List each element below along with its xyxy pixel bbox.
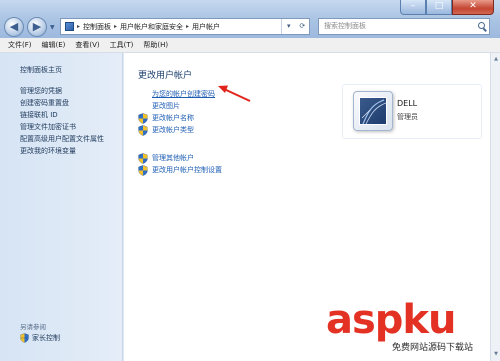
sidebar-item-environment-variables[interactable]: 更改我的环境变量 (20, 145, 104, 157)
breadcrumb-separator: ▸ (114, 23, 118, 30)
menu-view[interactable]: 查看(V) (75, 40, 99, 50)
shield-icon (20, 333, 29, 343)
sidebar-item-link-online-id[interactable]: 链接联机 ID (20, 109, 104, 121)
forward-button[interactable]: ▶ (27, 17, 47, 37)
manage-other-accounts-link[interactable]: 管理其他帐户 (138, 152, 222, 164)
sidebar-item-manage-credentials[interactable]: 管理您的凭据 (20, 85, 104, 97)
sidebar-home-link[interactable]: 控制面板主页 (20, 65, 62, 75)
search-input[interactable]: 搜索控制面板 (318, 18, 490, 35)
annotation-arrow-icon (218, 85, 251, 102)
user-name: DELL (397, 99, 418, 108)
change-account-type-link[interactable]: 更改帐户类型 (138, 124, 222, 136)
uac-settings-label: 更改用户帐户控制设置 (152, 166, 222, 174)
sidebar-item-advanced-profile[interactable]: 配置高级用户配置文件属性 (20, 133, 104, 145)
breadcrumb-control-panel[interactable]: 控制面板 (83, 22, 111, 32)
change-picture-label: 更改图片 (152, 102, 180, 110)
menu-bar: 文件(F) 编辑(E) 查看(V) 工具(T) 帮助(H) (0, 38, 500, 53)
watermark-caption: 免费网站源码下载站 (390, 340, 476, 353)
menu-file[interactable]: 文件(F) (8, 40, 32, 50)
uac-shield-icon (138, 152, 148, 164)
title-bar: – □ ✕ ◀ ▶ ▼ ▸ 控制面板 ▸ 用户帐户和家庭安全 ▸ 用户帐户 ▾ … (0, 0, 500, 38)
uac-shield-icon (138, 112, 148, 124)
menu-edit[interactable]: 编辑(E) (42, 40, 66, 50)
see-also-heading: 另请参阅 (20, 323, 46, 331)
maximize-button[interactable]: □ (426, 0, 452, 15)
address-bar-actions: ▾ ⟳ (281, 19, 309, 34)
user-picture (359, 97, 387, 125)
search-placeholder: 搜索控制面板 (324, 22, 366, 30)
page-title: 更改用户帐户 (138, 71, 193, 81)
breadcrumb-separator: ▸ (186, 23, 190, 30)
control-panel-icon (65, 22, 74, 31)
create-password-link[interactable]: 为您的帐户创建密码 (138, 88, 222, 100)
forward-arrow-icon: ▶ (32, 20, 42, 33)
uac-settings-link[interactable]: 更改用户帐户控制设置 (138, 164, 222, 176)
scroll-up-icon[interactable]: ▲ (492, 55, 500, 64)
address-bar[interactable]: ▸ 控制面板 ▸ 用户帐户和家庭安全 ▸ 用户帐户 ▾ ⟳ (60, 18, 310, 35)
breadcrumb-separator: ▸ (77, 23, 81, 30)
watermark-logo: aspku (326, 297, 457, 343)
close-button[interactable]: ✕ (452, 0, 494, 15)
change-picture-link[interactable]: 更改图片 (138, 100, 222, 112)
refresh-icon[interactable]: ⟳ (296, 19, 310, 34)
manage-other-accounts-label: 管理其他帐户 (152, 154, 194, 162)
search-icon[interactable] (478, 22, 485, 29)
task-links: 为您的帐户创建密码 更改图片 更改帐户名称 更改帐户类型 管理其他帐户 更改用户… (138, 88, 222, 176)
breadcrumb-user-accounts[interactable]: 用户帐户 (192, 22, 220, 32)
sidebar-task-list: 管理您的凭据 创建密码重置盘 链接联机 ID 管理文件加密证书 配置高级用户配置… (20, 85, 104, 157)
sidebar-item-parental-controls[interactable]: 家长控制 (20, 333, 60, 343)
uac-shield-icon (138, 124, 148, 136)
sidebar-item-encryption-certificates[interactable]: 管理文件加密证书 (20, 121, 104, 133)
change-account-name-link[interactable]: 更改帐户名称 (138, 112, 222, 124)
history-dropdown-icon[interactable]: ▼ (50, 24, 55, 31)
create-password-label: 为您的帐户创建密码 (152, 90, 215, 98)
back-button[interactable]: ◀ (4, 17, 24, 37)
menu-tools[interactable]: 工具(T) (110, 40, 134, 50)
address-dropdown-icon[interactable]: ▾ (282, 19, 296, 34)
user-role: 管理员 (397, 113, 418, 121)
vertical-scrollbar[interactable]: ▲ ▼ (490, 53, 500, 361)
user-picture-icon (361, 99, 386, 124)
menu-help[interactable]: 帮助(H) (143, 40, 168, 50)
minimize-button[interactable]: – (400, 0, 426, 15)
avatar[interactable] (353, 91, 393, 131)
change-account-name-label: 更改帐户名称 (152, 114, 194, 122)
breadcrumb-user-accounts-family[interactable]: 用户帐户和家庭安全 (120, 22, 183, 32)
scroll-down-icon[interactable]: ▼ (492, 350, 500, 359)
back-arrow-icon: ◀ (9, 20, 19, 33)
sidebar-item-password-reset-disk[interactable]: 创建密码重置盘 (20, 97, 104, 109)
user-account-card: DELL 管理员 (342, 84, 482, 139)
uac-shield-icon (138, 164, 148, 176)
sidebar: 控制面板主页 管理您的凭据 创建密码重置盘 链接联机 ID 管理文件加密证书 配… (0, 53, 123, 361)
change-account-type-label: 更改帐户类型 (152, 126, 194, 134)
parental-controls-label: 家长控制 (32, 334, 60, 342)
window-controls: – □ ✕ (400, 0, 494, 15)
